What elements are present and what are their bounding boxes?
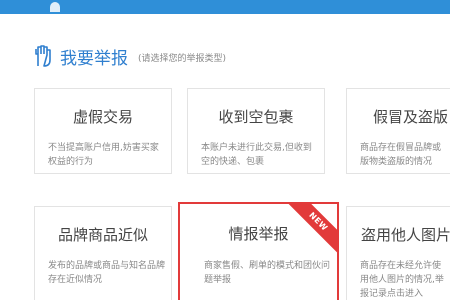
card-title: 虚假交易: [72, 108, 133, 126]
card-description: 本账户未进行此交易,但收到空的快递、包裹: [201, 143, 312, 167]
top-navigation-bar: [0, 0, 450, 14]
card-title: 盗用他人图片: [361, 226, 450, 244]
card-description: 发布的品牌或商品与知名品牌存在近似情况: [48, 261, 166, 285]
report-type-card-empty-package[interactable]: 收到空包裹 本账户未进行此交易,但收到空的快递、包裹: [187, 88, 325, 174]
card-description: 商家售假、刷单的模式和团伙问题举报: [204, 261, 331, 285]
report-type-card-intelligence[interactable]: 情报举报 商家售假、刷单的模式和团伙问题举报 NEW: [178, 202, 339, 300]
card-description: 商品存在假冒品牌或版物类盗版的情况: [360, 143, 442, 167]
report-type-card-counterfeit[interactable]: 假冒及盗版 商品存在假冒品牌或版物类盗版的情况: [346, 88, 450, 174]
logo-icon: [50, 2, 60, 12]
report-type-card-image-theft[interactable]: 盗用他人图片 商品存在未经允许使用他人图片的情况,举报记录点击进入: [346, 206, 450, 300]
card-title: 假冒及盗版: [373, 108, 449, 126]
report-type-card-brand-similar[interactable]: 品牌商品近似 发布的品牌或商品与知名品牌存在近似情况: [34, 206, 172, 300]
raised-hand-icon: [35, 45, 51, 67]
page-subtitle: (请选择您的举报类型): [138, 54, 227, 64]
report-type-card-fake-transaction[interactable]: 虚假交易 不当提高账户信用,妨害买家权益的行为: [34, 88, 172, 174]
card-description: 不当提高账户信用,妨害买家权益的行为: [48, 143, 159, 167]
card-title: 收到空包裹: [218, 108, 294, 126]
card-title: 品牌商品近似: [57, 226, 148, 244]
page-heading: 我要举报 (请选择您的举报类型): [32, 44, 227, 69]
page-title: 我要举报: [60, 48, 128, 69]
card-description: 商品存在未经允许使用他人图片的情况,举报记录点击进入: [360, 261, 444, 299]
